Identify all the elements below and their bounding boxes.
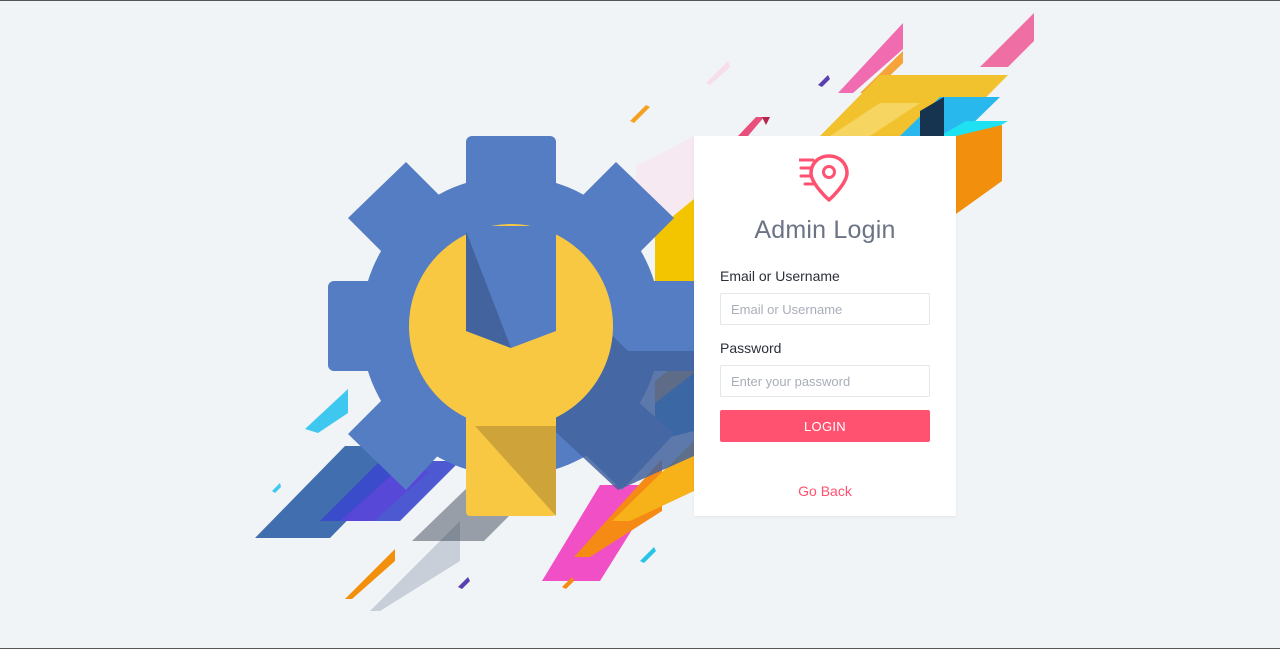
email-field[interactable] (720, 293, 930, 325)
map-pin-speed-icon (799, 154, 849, 202)
login-card: Admin Login Email or Username Password L… (694, 136, 956, 516)
gear-wrench-icon (328, 136, 694, 516)
go-back-link[interactable]: Go Back (694, 483, 956, 499)
gear-wrench-illustration (328, 136, 694, 516)
admin-login-page: Admin Login Email or Username Password L… (0, 0, 1280, 649)
password-field[interactable] (720, 365, 930, 397)
login-button[interactable]: LOGIN (720, 410, 930, 442)
page-title: Admin Login (754, 216, 896, 244)
email-label: Email or Username (720, 268, 840, 284)
password-label: Password (720, 340, 782, 356)
